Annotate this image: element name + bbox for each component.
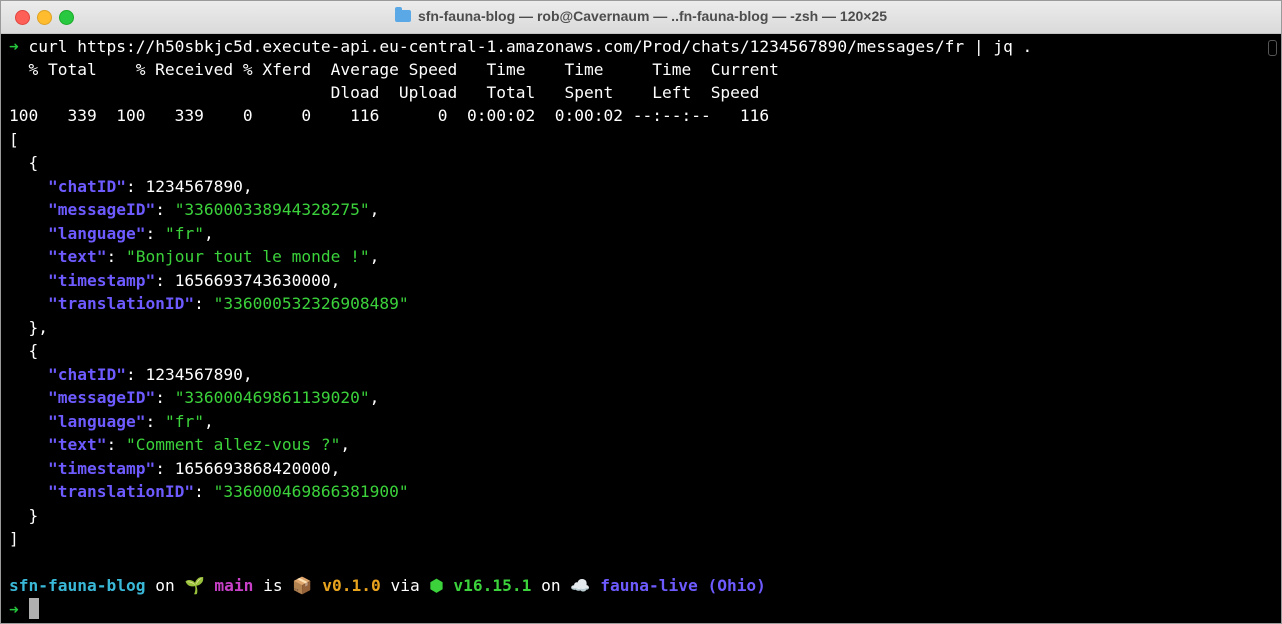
json-value: "fr" xyxy=(164,412,204,431)
json-field-line: "timestamp": 1656693868420000, xyxy=(47,459,341,478)
aws-profile: fauna-live (Ohio) xyxy=(600,576,766,595)
json-value: "336000469866381900" xyxy=(213,482,409,501)
json-field-line: "translationID": "336000532326908489" xyxy=(47,294,409,313)
json-field-line: "chatID": 1234567890, xyxy=(47,365,253,384)
folder-icon xyxy=(394,7,411,22)
json-key: "messageID" xyxy=(47,200,156,219)
json-value: "336000532326908489" xyxy=(213,294,409,313)
terminal-content[interactable]: ➜ curl https://h50sbkjc5d.execute-api.eu… xyxy=(1,34,1281,623)
prompt-arrow-icon: ➜ xyxy=(9,600,19,619)
json-field-line: "language": "fr", xyxy=(47,412,214,431)
json-field-line: "text": "Bonjour tout le monde !", xyxy=(47,247,380,266)
json-value: "336000338944328275" xyxy=(174,200,370,219)
package-icon: 📦 xyxy=(292,576,313,595)
node-icon: ⬢ xyxy=(429,576,444,595)
json-close-brace: } xyxy=(9,506,39,525)
json-value: "Bonjour tout le monde !" xyxy=(125,247,370,266)
title-bar[interactable]: sfn-fauna-blog — rob@Cavernaum — ..fn-fa… xyxy=(1,1,1281,34)
directory-name: sfn-fauna-blog xyxy=(9,576,146,595)
json-open-bracket: [ xyxy=(9,130,19,149)
text-cursor[interactable] xyxy=(28,598,39,619)
json-key: "timestamp" xyxy=(47,459,156,478)
json-key: "translationID" xyxy=(47,294,195,313)
json-open-brace: { xyxy=(9,341,39,360)
input-prompt-line[interactable]: ➜ xyxy=(9,598,39,621)
cloud-icon: ☁️ xyxy=(570,576,591,595)
json-close-bracket: ] xyxy=(9,529,19,548)
status-on-2: on xyxy=(541,576,561,595)
json-value: "fr" xyxy=(164,224,204,243)
json-key: "messageID" xyxy=(47,388,156,407)
json-value: 1234567890, xyxy=(145,365,253,384)
json-value: 1656693868420000, xyxy=(174,459,341,478)
json-key: "chatID" xyxy=(47,177,126,196)
json-field-line: "messageID": "336000338944328275", xyxy=(47,200,380,219)
scrollbar[interactable] xyxy=(1268,40,1277,56)
json-key: "translationID" xyxy=(47,482,195,501)
json-field-line: "translationID": "336000469866381900" xyxy=(47,482,409,501)
json-open-brace: { xyxy=(9,153,39,172)
window-title: sfn-fauna-blog — rob@Cavernaum — ..fn-fa… xyxy=(417,8,888,24)
curl-progress: 100 339 100 339 0 0 116 0 0:00:02 0:00:0… xyxy=(9,106,770,125)
json-field-line: "chatID": 1234567890, xyxy=(47,177,253,196)
command-text: curl https://h50sbkjc5d.execute-api.eu-c… xyxy=(28,37,1033,56)
json-key: "text" xyxy=(47,435,107,454)
status-via: via xyxy=(390,576,420,595)
window-title-container: sfn-fauna-blog — rob@Cavernaum — ..fn-fa… xyxy=(1,7,1281,24)
json-value: "336000469861139020" xyxy=(174,388,370,407)
json-close-brace: }, xyxy=(9,318,48,337)
json-field-line: "text": "Comment allez-vous ?", xyxy=(47,435,351,454)
status-is: is xyxy=(263,576,283,595)
json-value: "Comment allez-vous ?" xyxy=(125,435,341,454)
json-field-line: "language": "fr", xyxy=(47,224,214,243)
git-branch: main xyxy=(214,576,254,595)
json-key: "timestamp" xyxy=(47,271,156,290)
json-field-line: "timestamp": 1656693743630000, xyxy=(47,271,341,290)
branch-icon: 🌱 xyxy=(184,576,205,595)
json-field-line: "messageID": "336000469861139020", xyxy=(47,388,380,407)
command-line: ➜ curl https://h50sbkjc5d.execute-api.eu… xyxy=(9,35,1032,58)
json-key: "language" xyxy=(47,224,146,243)
json-key: "chatID" xyxy=(47,365,126,384)
status-on: on xyxy=(155,576,175,595)
node-version: v16.15.1 xyxy=(453,576,532,595)
prompt-status-line: sfn-fauna-blog on 🌱 main is 📦 v0.1.0 via… xyxy=(9,574,766,597)
curl-header-1: % Total % Received % Xferd Average Speed… xyxy=(9,60,779,79)
json-key: "text" xyxy=(47,247,107,266)
package-version: v0.1.0 xyxy=(322,576,381,595)
prompt-arrow-icon: ➜ xyxy=(9,37,19,56)
json-value: 1234567890, xyxy=(145,177,253,196)
curl-header-2: Dload Upload Total Spent Left Speed xyxy=(9,83,760,102)
json-key: "language" xyxy=(47,412,146,431)
terminal-window: sfn-fauna-blog — rob@Cavernaum — ..fn-fa… xyxy=(0,0,1282,624)
json-value: 1656693743630000, xyxy=(174,271,341,290)
